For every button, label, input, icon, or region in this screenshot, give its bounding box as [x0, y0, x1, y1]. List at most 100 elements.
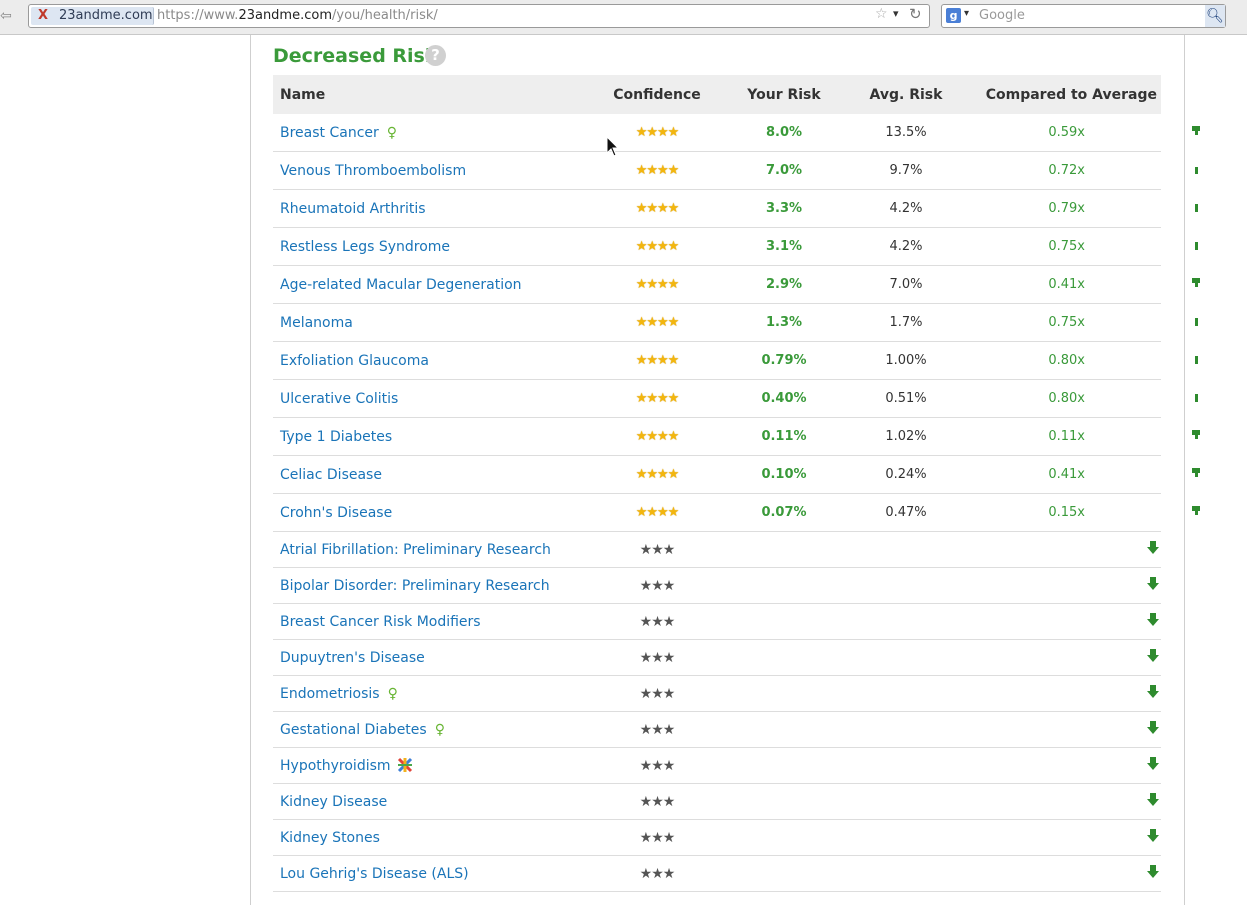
confidence-stars: ★★★★ [635, 125, 680, 140]
table-row[interactable]: Lou Gehrig's Disease (ALS) ★★★ [273, 855, 1161, 892]
condition-link[interactable]: Melanoma [280, 315, 353, 331]
url-text[interactable]: https://www.23andme.com/you/health/risk/ [157, 8, 438, 23]
confidence-stars: ★★★ [639, 721, 676, 738]
condition-name-cell[interactable]: Bipolar Disorder: Preliminary Research [273, 567, 588, 604]
condition-name-cell[interactable]: Atrial Fibrillation: Preliminary Researc… [273, 531, 588, 568]
condition-link[interactable]: Rheumatoid Arthritis [280, 201, 426, 217]
condition-name-cell[interactable]: Type 1 Diabetes [273, 417, 588, 456]
condition-link[interactable]: Kidney Stones [280, 830, 380, 846]
table-row[interactable]: Exfoliation Glaucoma ★★★★ 0.79% 1.00% 0.80x [273, 341, 1198, 380]
table-row[interactable]: Age-related Macular Degeneration ★★★★ 2.9%… [273, 265, 1200, 304]
condition-link[interactable]: Lou Gehrig's Disease (ALS) [280, 866, 469, 882]
table-row[interactable]: Endometriosis ♀ ★★★ [273, 675, 1161, 712]
table-row[interactable]: Kidney Disease ★★★ [273, 783, 1161, 820]
table-row[interactable]: Atrial Fibrillation: Preliminary Researc… [273, 531, 1161, 568]
back-icon[interactable]: ⇦ [0, 8, 12, 24]
header-compared-to-average[interactable]: Compared to Average [970, 75, 1161, 114]
url-dropdown-icon[interactable]: ▾ [893, 7, 899, 20]
confidence-cell: ★★★★ [588, 227, 726, 266]
condition-name-cell[interactable]: Breast Cancer Risk Modifiers [273, 603, 588, 640]
condition-link[interactable]: Crohn's Disease [280, 505, 392, 521]
condition-name-cell[interactable]: Endometriosis ♀ [273, 675, 588, 712]
condition-name-cell[interactable]: Exfoliation Glaucoma [273, 341, 588, 380]
search-icon[interactable]: 🔍︎ [1205, 5, 1225, 27]
site-identity-badge[interactable]: X 23andme.com [31, 7, 154, 25]
condition-link[interactable]: Age-related Macular Degeneration [280, 277, 522, 293]
reload-icon[interactable]: ↻ [909, 5, 922, 23]
condition-link[interactable]: Dupuytren's Disease [280, 650, 425, 666]
condition-name-cell[interactable]: Restless Legs Syndrome [273, 227, 588, 266]
table-row[interactable]: Celiac Disease ★★★★ 0.10% 0.24% 0.41x [273, 455, 1200, 494]
confidence-stars: ★★★★ [635, 239, 680, 254]
condition-name-cell[interactable]: Age-related Macular Degeneration [273, 265, 588, 304]
table-row[interactable]: Hypothyroidism ★★★ [273, 747, 1161, 784]
table-row[interactable]: Bipolar Disorder: Preliminary Research ★★… [273, 567, 1161, 604]
condition-link[interactable]: Endometriosis [280, 686, 380, 702]
condition-link[interactable]: Breast Cancer [280, 125, 379, 141]
condition-link[interactable]: Gestational Diabetes [280, 722, 427, 738]
condition-name-cell[interactable]: Venous Thromboembolism [273, 151, 588, 190]
condition-name-cell[interactable]: Hypothyroidism [273, 747, 588, 784]
compared-cell: 0.41x [970, 265, 1200, 304]
condition-link[interactable]: Type 1 Diabetes [280, 429, 392, 445]
confidence-cell: ★★★ [588, 639, 726, 676]
condition-name-cell[interactable]: Rheumatoid Arthritis [273, 189, 588, 228]
condition-link[interactable]: Bipolar Disorder: Preliminary Research [280, 578, 550, 594]
bookmark-star-icon[interactable]: ☆ [875, 6, 888, 22]
risk-bar-mark [1195, 204, 1198, 212]
avg-risk-cell: 0.24% [842, 455, 970, 494]
condition-link[interactable]: Hypothyroidism [280, 758, 391, 774]
table-row[interactable]: Restless Legs Syndrome ★★★★ 3.1% 4.2% 0.75x [273, 227, 1198, 266]
help-icon[interactable]: ? [425, 45, 446, 66]
your-risk-cell [726, 783, 842, 820]
compared-cell [970, 747, 1161, 784]
confidence-cell: ★★★ [588, 855, 726, 892]
confidence-cell: ★★★ [588, 747, 726, 784]
condition-link[interactable]: Atrial Fibrillation: Preliminary Researc… [280, 542, 551, 558]
table-row[interactable]: Melanoma ★★★★ 1.3% 1.7% 0.75x [273, 303, 1198, 342]
header-avg-risk[interactable]: Avg. Risk [842, 75, 970, 114]
table-row[interactable]: Kidney Stones ★★★ [273, 819, 1161, 856]
table-row[interactable]: Gestational Diabetes ♀ ★★★ [273, 711, 1161, 748]
condition-link[interactable]: Breast Cancer Risk Modifiers [280, 614, 481, 630]
confidence-stars: ★★★★ [635, 277, 680, 292]
compared-cell: 0.59x [970, 114, 1200, 152]
address-bar[interactable]: X 23andme.com https://www.23andme.com/yo… [28, 4, 930, 28]
condition-name-cell[interactable]: Celiac Disease [273, 455, 588, 494]
header-name[interactable]: Name [273, 75, 588, 114]
condition-name-cell[interactable]: Melanoma [273, 303, 588, 342]
table-row[interactable]: Venous Thromboembolism ★★★★ 7.0% 9.7% 0.72x [273, 151, 1198, 190]
search-bar[interactable]: g ▾ Google 🔍︎ [941, 4, 1226, 28]
avg-risk-cell: 7.0% [842, 265, 970, 304]
condition-name-cell[interactable]: Breast Cancer ♀ [273, 114, 588, 152]
table-row[interactable]: Type 1 Diabetes ★★★★ 0.11% 1.02% 0.11x [273, 417, 1200, 456]
condition-link[interactable]: Venous Thromboembolism [280, 163, 466, 179]
condition-name-cell[interactable]: Kidney Disease [273, 783, 588, 820]
table-row[interactable]: Ulcerative Colitis ★★★★ 0.40% 0.51% 0.80x [273, 379, 1198, 418]
condition-link[interactable]: Restless Legs Syndrome [280, 239, 450, 255]
table-row[interactable]: Breast Cancer ♀ ★★★★ 8.0% 13.5% 0.59x [273, 114, 1200, 152]
header-your-risk[interactable]: Your Risk [726, 75, 842, 114]
table-row[interactable]: Breast Cancer Risk Modifiers ★★★ [273, 603, 1161, 640]
header-confidence[interactable]: Confidence [588, 75, 726, 114]
condition-name-cell[interactable]: Lou Gehrig's Disease (ALS) [273, 855, 588, 892]
condition-name-cell[interactable]: Kidney Stones [273, 819, 588, 856]
condition-name-cell[interactable]: Dupuytren's Disease [273, 639, 588, 676]
condition-link[interactable]: Exfoliation Glaucoma [280, 353, 429, 369]
community-triangle-icon [397, 757, 413, 773]
google-engine-icon[interactable]: g [946, 8, 961, 23]
avg-risk-cell: 1.00% [842, 341, 970, 380]
table-row[interactable]: Rheumatoid Arthritis ★★★★ 3.3% 4.2% 0.79x [273, 189, 1198, 228]
table-row[interactable]: Dupuytren's Disease ★★★ [273, 639, 1161, 676]
confidence-stars: ★★★ [639, 829, 676, 846]
condition-name-cell[interactable]: Gestational Diabetes ♀ [273, 711, 588, 748]
table-row[interactable]: Crohn's Disease ★★★★ 0.07% 0.47% 0.15x [273, 493, 1200, 532]
condition-link[interactable]: Kidney Disease [280, 794, 387, 810]
confidence-cell: ★★★ [588, 531, 726, 568]
search-engine-dropdown-icon[interactable]: ▾ [964, 8, 969, 19]
condition-name-cell[interactable]: Ulcerative Colitis [273, 379, 588, 418]
condition-link[interactable]: Ulcerative Colitis [280, 391, 398, 407]
condition-link[interactable]: Celiac Disease [280, 467, 382, 483]
condition-name-cell[interactable]: Crohn's Disease [273, 493, 588, 532]
confidence-cell: ★★★ [588, 819, 726, 856]
